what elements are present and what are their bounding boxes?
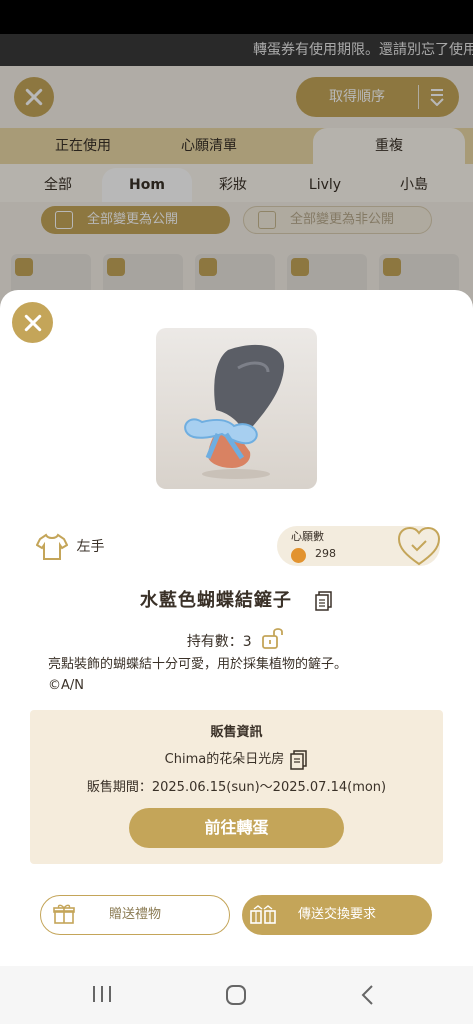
sale-title: 販售資訊 bbox=[210, 725, 263, 740]
heart-badge-icon bbox=[291, 548, 306, 563]
wish-count: 298 bbox=[315, 547, 336, 560]
slot-label: 左手 bbox=[76, 539, 105, 555]
owned-count: 持有數：3 bbox=[0, 626, 473, 651]
unlock-icon[interactable] bbox=[260, 626, 286, 650]
send-gift-button[interactable]: 贈送禮物 bbox=[40, 895, 230, 935]
document-icon[interactable] bbox=[290, 749, 308, 770]
document-icon[interactable] bbox=[315, 591, 333, 611]
item-image bbox=[156, 328, 317, 489]
equip-slot: 左手 bbox=[35, 530, 105, 564]
wish-label: 心願數 bbox=[291, 530, 324, 543]
home-icon[interactable] bbox=[225, 984, 247, 1006]
gift-icon bbox=[53, 904, 75, 924]
sale-period: 販售期間：2025.06.15(sun)～2025.07.14(mon) bbox=[86, 780, 387, 795]
copyright: ©A/N bbox=[48, 678, 84, 693]
item-description: 亮點裝飾的蝴蝶結十分可愛，用於採集植物的鏟子。 ©A/N bbox=[48, 654, 448, 696]
go-to-gacha-button[interactable]: 前往轉蛋 bbox=[129, 808, 344, 848]
shop-name: Chima的花朵日光房 bbox=[0, 748, 473, 770]
trade-request-button[interactable]: 傳送交換要求 bbox=[242, 895, 432, 935]
back-icon[interactable] bbox=[359, 984, 377, 1006]
item-name: 水藍色蝴蝶結鏟子 bbox=[0, 586, 473, 612]
shovel-icon bbox=[184, 344, 285, 479]
recent-apps-icon[interactable] bbox=[91, 984, 113, 1004]
wishlist-heart-button[interactable] bbox=[396, 524, 442, 568]
trade-icon bbox=[250, 905, 276, 924]
shirt-icon bbox=[35, 533, 69, 560]
system-nav-bar bbox=[0, 966, 473, 1024]
close-button[interactable] bbox=[12, 302, 53, 343]
